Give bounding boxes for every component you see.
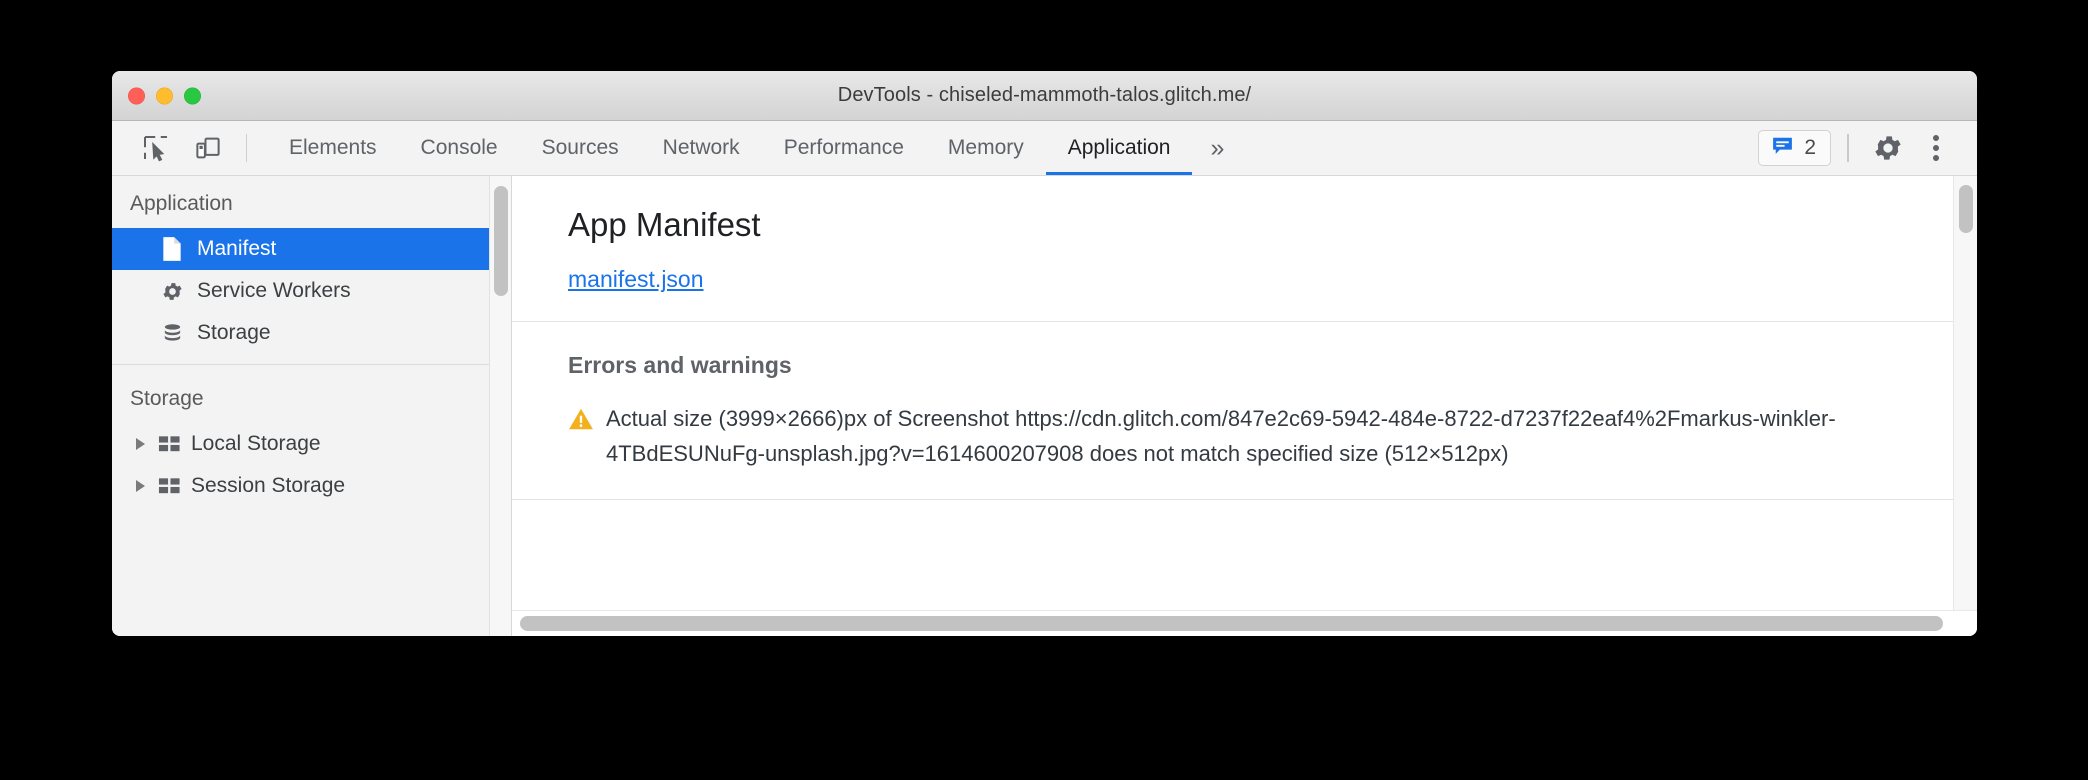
document-icon xyxy=(160,236,184,262)
tab-console[interactable]: Console xyxy=(399,121,520,175)
manifest-panel: App Manifest manifest.json Errors and wa… xyxy=(512,176,1977,636)
expand-caret-icon[interactable] xyxy=(136,480,145,492)
table-icon xyxy=(157,476,181,496)
tab-network[interactable]: Network xyxy=(641,121,762,175)
warning-triangle-icon xyxy=(568,407,594,471)
traffic-lights xyxy=(128,87,201,104)
manifest-json-link[interactable]: manifest.json xyxy=(568,266,704,292)
tab-sources[interactable]: Sources xyxy=(520,121,641,175)
warning-row: Actual size (3999×2666)px of Screenshot … xyxy=(568,401,1977,471)
tab-label: Performance xyxy=(783,136,904,159)
toolbar-right-actions: 2 xyxy=(1758,121,1977,175)
tab-label: Memory xyxy=(947,136,1024,159)
table-icon xyxy=(157,434,181,454)
sidebar-item-label: Local Storage xyxy=(191,432,321,455)
manifest-scroll-area: App Manifest manifest.json Errors and wa… xyxy=(512,176,1977,610)
sidebar-item-label: Session Storage xyxy=(191,474,346,497)
devtools-toolbar: Elements Console Sources Network Perform… xyxy=(112,121,1977,176)
application-sidebar: Application Manifest Service Workers Sto… xyxy=(112,176,512,636)
devtools-body: Application Manifest Service Workers Sto… xyxy=(112,176,1977,636)
tab-label: Elements xyxy=(289,136,377,159)
toolbar-right-divider xyxy=(1847,134,1849,162)
sidebar-item-storage[interactable]: Storage xyxy=(112,312,511,354)
sidebar-item-session-storage[interactable]: Session Storage xyxy=(112,465,511,507)
tab-memory[interactable]: Memory xyxy=(926,121,1046,175)
maximize-button[interactable] xyxy=(184,87,201,104)
sidebar-item-label: Service Workers xyxy=(197,279,351,302)
sidebar-item-label: Storage xyxy=(197,321,271,344)
sidebar-section-title-application: Application xyxy=(130,192,233,215)
kebab-menu-icon[interactable] xyxy=(1913,125,1959,171)
page-title: App Manifest xyxy=(568,206,761,243)
main-vertical-scrollbar[interactable] xyxy=(1953,176,1977,610)
database-icon xyxy=(160,322,184,345)
tab-application[interactable]: Application xyxy=(1045,121,1193,175)
window-title: DevTools - chiseled-mammoth-talos.glitch… xyxy=(837,84,1252,106)
warning-message: Actual size (3999×2666)px of Screenshot … xyxy=(606,406,1836,466)
tab-performance[interactable]: Performance xyxy=(762,121,926,175)
window-titlebar: DevTools - chiseled-mammoth-talos.glitch… xyxy=(112,71,1977,121)
issues-button[interactable]: 2 xyxy=(1758,130,1831,166)
errors-heading: Errors and warnings xyxy=(568,352,792,378)
sidebar-item-manifest[interactable]: Manifest xyxy=(112,228,511,270)
sidebar-scrollbar-thumb[interactable] xyxy=(494,186,508,296)
main-vertical-scrollbar-thumb[interactable] xyxy=(1959,185,1973,233)
issues-count: 2 xyxy=(1804,136,1816,159)
sidebar-section-title-storage: Storage xyxy=(130,387,204,410)
gear-icon[interactable] xyxy=(1865,125,1911,171)
main-horizontal-scrollbar[interactable] xyxy=(512,610,1977,636)
tab-label: Network xyxy=(662,136,740,159)
sidebar-item-local-storage[interactable]: Local Storage xyxy=(112,423,511,465)
main-horizontal-scrollbar-thumb[interactable] xyxy=(520,616,1943,631)
more-tabs-chevron-icon[interactable]: » xyxy=(1192,121,1242,175)
tab-label: Sources xyxy=(541,136,619,159)
errors-and-warnings-section: Errors and warnings Actual size (3999×26… xyxy=(512,322,1977,500)
minimize-button[interactable] xyxy=(156,87,173,104)
device-toolbar-icon[interactable] xyxy=(182,121,234,175)
sidebar-item-label: Manifest xyxy=(197,237,277,260)
kebab-dots xyxy=(1933,135,1939,161)
gear-icon xyxy=(160,280,184,303)
close-button[interactable] xyxy=(128,87,145,104)
tab-label: Application xyxy=(1067,136,1171,159)
sidebar-item-service-workers[interactable]: Service Workers xyxy=(112,270,511,312)
manifest-header-section: App Manifest manifest.json xyxy=(512,176,1977,322)
sidebar-scrollbar[interactable] xyxy=(489,176,511,636)
panel-tabs: Elements Console Sources Network Perform… xyxy=(267,121,1242,175)
toolbar-divider xyxy=(246,134,247,162)
issues-message-icon xyxy=(1770,133,1795,163)
tab-elements[interactable]: Elements xyxy=(267,121,399,175)
inspect-cursor-icon[interactable] xyxy=(130,121,182,175)
tab-label: Console xyxy=(420,136,498,159)
expand-caret-icon[interactable] xyxy=(136,438,145,450)
devtools-window: DevTools - chiseled-mammoth-talos.glitch… xyxy=(112,71,1977,636)
